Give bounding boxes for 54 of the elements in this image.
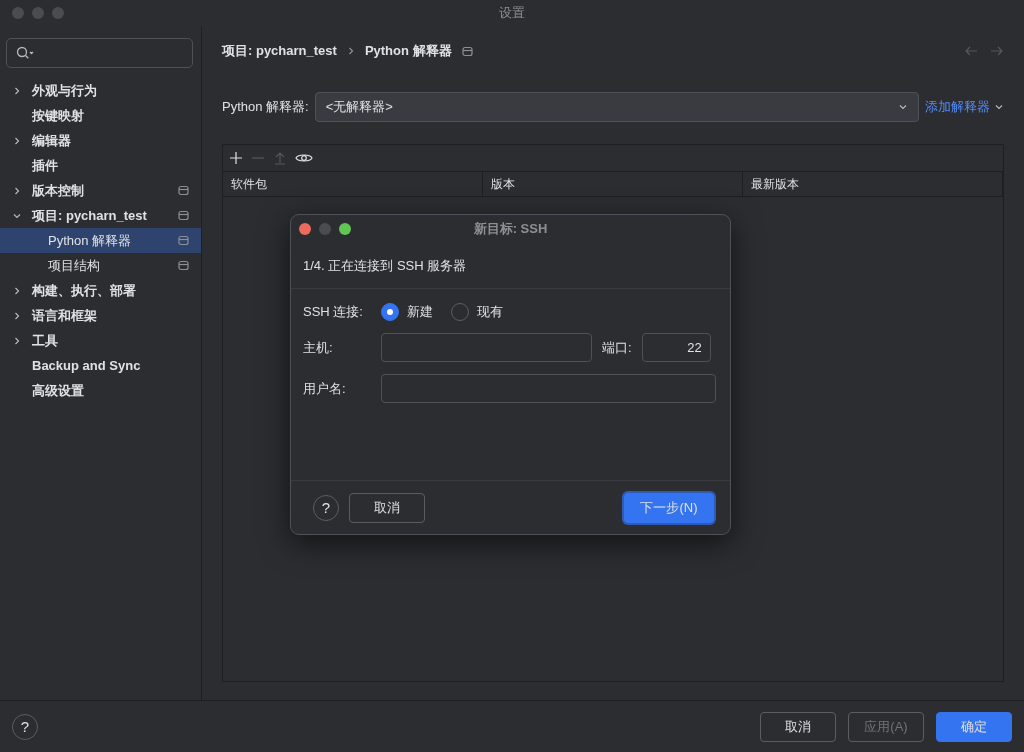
username-label: 用户名: [303, 379, 347, 398]
breadcrumb-item[interactable]: 项目: pycharn_test [222, 42, 337, 60]
column-header[interactable]: 最新版本 [743, 172, 1003, 196]
project-scope-icon [461, 45, 473, 57]
minimize-button[interactable] [319, 223, 331, 235]
sidebar-item[interactable]: 构建、执行、部署 [0, 278, 201, 303]
cancel-button[interactable]: 取消 [349, 492, 425, 523]
sidebar-item[interactable]: 版本控制 [0, 178, 201, 203]
chevron-down-icon [898, 102, 908, 112]
sidebar-item[interactable]: 项目: pycharn_test [0, 203, 201, 228]
window-control[interactable] [52, 7, 64, 19]
sidebar-item[interactable]: 语言和框架 [0, 303, 201, 328]
sidebar-item[interactable]: 按键映射 [0, 103, 201, 128]
search-field[interactable] [6, 38, 193, 68]
window-title: 设置 [499, 4, 525, 22]
interpreter-label: Python 解释器: [222, 98, 309, 116]
breadcrumb-item: Python 解释器 [364, 42, 452, 60]
host-field[interactable] [381, 333, 592, 362]
port-field[interactable]: 22 [641, 333, 711, 362]
add-interpreter-link[interactable]: 添加解释器 [925, 98, 1004, 116]
sidebar-item[interactable]: 工具 [0, 328, 201, 353]
upgrade-icon [273, 151, 287, 165]
username-field[interactable] [381, 374, 716, 403]
column-header[interactable]: 版本 [483, 172, 743, 196]
step-title: 1/4. 正在连接到 SSH 服务器 [291, 243, 730, 289]
footer-button[interactable]: 取消 [760, 711, 836, 742]
sidebar-item[interactable]: 项目结构 [0, 253, 201, 278]
sidebar-item[interactable]: 高级设置 [0, 378, 201, 403]
add-icon [229, 151, 243, 165]
interpreter-dropdown[interactable]: <无解释器> [314, 92, 919, 122]
zoom-button[interactable] [339, 223, 351, 235]
chevron-right-icon [346, 46, 355, 56]
eye-icon [295, 151, 313, 165]
sidebar-item[interactable]: Python 解释器 [0, 228, 201, 253]
sidebar-item[interactable]: 外观与行为 [0, 78, 201, 103]
chevron-down-icon [994, 102, 1004, 112]
connection-label: SSH 连接: [303, 303, 364, 321]
search-icon [16, 46, 34, 60]
host-label: 主机: [303, 338, 334, 357]
sidebar-item[interactable]: 插件 [0, 153, 201, 178]
next-button[interactable]: 下一步(N) [624, 492, 714, 523]
radio-option[interactable]: 新建 [381, 303, 433, 321]
window-control[interactable] [12, 7, 24, 19]
sidebar-item[interactable]: 编辑器 [0, 128, 201, 153]
column-header[interactable]: 软件包 [223, 172, 483, 196]
close-button[interactable] [299, 223, 311, 235]
forward-arrow-icon [990, 45, 1004, 57]
window-control[interactable] [32, 7, 44, 19]
back-arrow-icon [964, 45, 978, 57]
dialog-title: 新目标: SSH [473, 220, 548, 238]
sidebar-item[interactable]: Backup and Sync [0, 353, 201, 378]
radio-button[interactable] [381, 303, 399, 321]
radio-option[interactable]: 现有 [451, 303, 503, 321]
port-label: 端口: [602, 338, 632, 357]
